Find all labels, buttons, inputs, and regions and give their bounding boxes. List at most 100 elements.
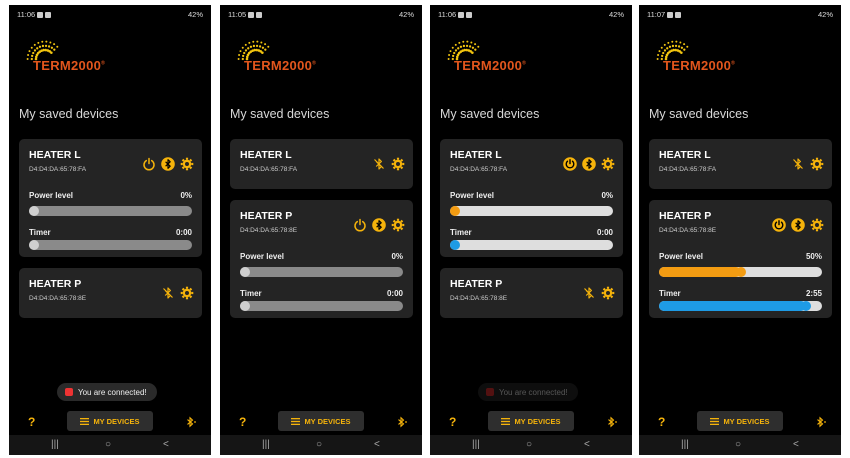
timer-value: 0:00 [386, 289, 403, 298]
slider-knob[interactable] [29, 240, 39, 250]
android-nav-bar: ||| ○ < [430, 435, 632, 455]
settings-icon[interactable] [601, 286, 615, 300]
device-name: HEATER L [450, 149, 502, 161]
bluetooth-connected-icon[interactable] [372, 218, 386, 232]
help-button[interactable]: ? [28, 415, 35, 429]
settings-icon[interactable] [601, 157, 615, 171]
connected-toast: You are connected! [57, 383, 157, 401]
settings-icon[interactable] [810, 218, 824, 232]
bluetooth-connected-icon[interactable] [582, 157, 596, 171]
device-mac: D4:D4:DA:65:78:FA [450, 166, 508, 173]
progress-bar[interactable] [29, 240, 192, 250]
slider-knob[interactable] [240, 301, 250, 311]
device-card[interactable]: HEATER P D4:D4:DA:65:78:8E Power level 50% T… [649, 200, 832, 318]
recents-button[interactable]: ||| [681, 439, 689, 450]
device-card[interactable]: HEATER L D4:D4:DA:65:78:FA [649, 139, 832, 189]
power-on-icon[interactable] [772, 218, 786, 232]
phone-screen: 11:05 42% TERM2000® My saved devices HEATER … [220, 5, 422, 455]
status-time: 11:06 [17, 10, 52, 19]
device-name: HEATER L [659, 149, 711, 161]
home-button[interactable]: ○ [735, 439, 741, 450]
bluetooth-off-icon[interactable] [372, 157, 386, 171]
my-devices-button[interactable]: MY DEVICES [278, 411, 364, 431]
back-button[interactable]: < [793, 439, 799, 450]
slider-knob[interactable] [450, 240, 460, 250]
power-icon[interactable] [142, 157, 156, 171]
progress-bar[interactable] [659, 301, 822, 311]
timer-value: 0:00 [596, 228, 613, 237]
help-button[interactable]: ? [239, 415, 246, 429]
recents-button[interactable]: ||| [262, 439, 270, 450]
device-mac: D4:D4:DA:65:78:8E [450, 295, 508, 302]
device-name: HEATER L [240, 149, 292, 161]
back-button[interactable]: < [163, 439, 169, 450]
status-bar: 11:05 42% [226, 9, 416, 21]
progress-bar[interactable] [450, 206, 613, 216]
slider-knob[interactable] [450, 206, 460, 216]
progress-bar[interactable] [29, 206, 192, 216]
bluetooth-connected-icon[interactable] [791, 218, 805, 232]
device-name: HEATER L [29, 149, 81, 161]
settings-icon[interactable] [810, 157, 824, 171]
device-card[interactable]: HEATER P D4:D4:DA:65:78:8E [440, 268, 623, 318]
app-icon [65, 388, 73, 396]
settings-icon[interactable] [391, 157, 405, 171]
device-card[interactable]: HEATER L D4:D4:DA:65:78:FA Power level 0% Ti… [19, 139, 202, 257]
help-button[interactable]: ? [658, 415, 665, 429]
section-title: My saved devices [19, 107, 119, 121]
power-on-icon[interactable] [563, 157, 577, 171]
progress-bar[interactable] [240, 301, 403, 311]
device-actions [142, 157, 194, 171]
settings-icon[interactable] [180, 286, 194, 300]
slider-knob[interactable] [800, 301, 811, 311]
home-button[interactable]: ○ [316, 439, 322, 450]
bluetooth-off-icon[interactable] [582, 286, 596, 300]
status-battery: 42% [187, 10, 203, 19]
device-card[interactable]: HEATER P D4:D4:DA:65:78:8E Power level 0% Ti… [230, 200, 413, 318]
android-nav-bar: ||| ○ < [9, 435, 211, 455]
bluetooth-off-icon[interactable] [161, 286, 175, 300]
section-title: My saved devices [649, 107, 749, 121]
device-card[interactable]: HEATER P D4:D4:DA:65:78:8E [19, 268, 202, 318]
bluetooth-scan-icon[interactable] [185, 415, 197, 433]
device-mac: D4:D4:DA:65:78:FA [659, 166, 717, 173]
device-actions [372, 157, 405, 171]
my-devices-button[interactable]: MY DEVICES [67, 411, 153, 431]
device-card[interactable]: HEATER L D4:D4:DA:65:78:FA [230, 139, 413, 189]
my-devices-button[interactable]: MY DEVICES [697, 411, 783, 431]
back-button[interactable]: < [584, 439, 590, 450]
back-button[interactable]: < [374, 439, 380, 450]
bottom-bar: ? MY DEVICES [220, 409, 422, 435]
bluetooth-connected-icon[interactable] [161, 157, 175, 171]
my-devices-button[interactable]: MY DEVICES [488, 411, 574, 431]
status-time: 11:07 [647, 10, 682, 19]
home-button[interactable]: ○ [526, 439, 532, 450]
status-time: 11:06 [438, 10, 473, 19]
slider-knob[interactable] [240, 267, 250, 277]
power-level-value: 0% [601, 191, 613, 200]
help-button[interactable]: ? [449, 415, 456, 429]
device-actions [161, 286, 194, 300]
list-icon [80, 417, 90, 425]
settings-icon[interactable] [391, 218, 405, 232]
slider-knob[interactable] [735, 267, 746, 277]
status-battery: 42% [398, 10, 414, 19]
home-button[interactable]: ○ [105, 439, 111, 450]
recents-button[interactable]: ||| [472, 439, 480, 450]
progress-bar[interactable] [240, 267, 403, 277]
bluetooth-scan-icon[interactable] [396, 415, 408, 433]
progress-bar[interactable] [659, 267, 822, 277]
recents-button[interactable]: ||| [51, 439, 59, 450]
power-icon[interactable] [353, 218, 367, 232]
status-bar: 11:06 42% [15, 9, 205, 21]
brand-logo: TERM2000® [236, 37, 336, 77]
settings-icon[interactable] [180, 157, 194, 171]
progress-bar[interactable] [450, 240, 613, 250]
bottom-bar: ? MY DEVICES [639, 409, 841, 435]
slider-knob[interactable] [29, 206, 39, 216]
device-card[interactable]: HEATER L D4:D4:DA:65:78:FA Power level 0% Ti… [440, 139, 623, 257]
bluetooth-scan-icon[interactable] [815, 415, 827, 433]
bluetooth-off-icon[interactable] [791, 157, 805, 171]
bluetooth-scan-icon[interactable] [606, 415, 618, 433]
status-battery: 42% [817, 10, 833, 19]
